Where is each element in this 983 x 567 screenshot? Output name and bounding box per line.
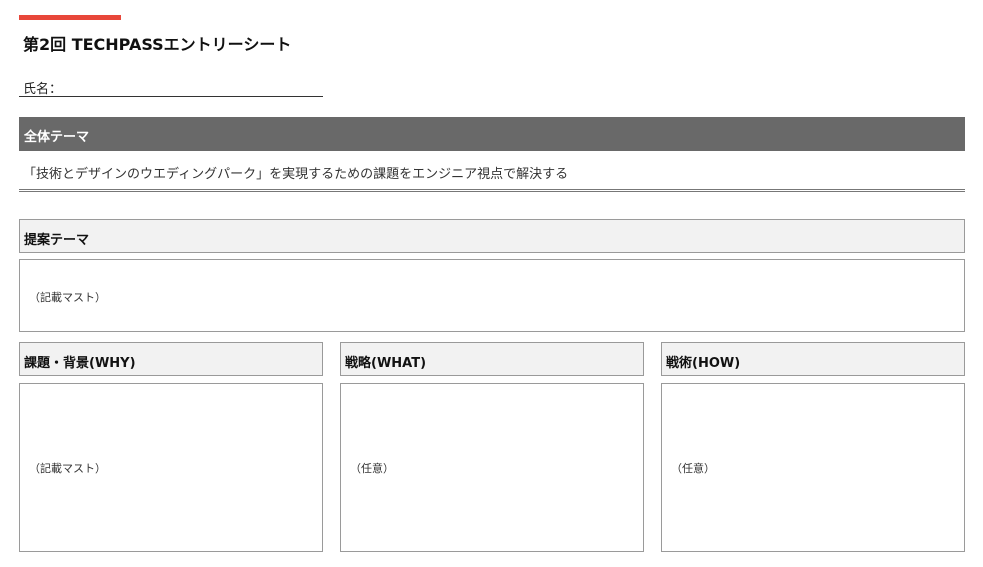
overall-theme-text: 「技術とデザインのウエディングパーク」を実現するための課題をエンジニア視点で解決…	[23, 167, 569, 182]
proposal-theme-header-label: 提案テーマ	[24, 233, 90, 248]
overall-theme-header: 全体テーマ	[19, 117, 965, 151]
overall-theme-content: 「技術とデザインのウエディングパーク」を実現するための課題をエンジニア視点で解決…	[19, 151, 965, 192]
how-header: 戦術(HOW)	[661, 342, 965, 376]
how-hint: （任意）	[671, 462, 715, 475]
why-hint: （記載マスト）	[29, 462, 106, 475]
proposal-theme-hint: （記載マスト）	[29, 291, 106, 304]
why-header: 課題・背景(WHY)	[19, 342, 323, 376]
page-title: 第2回 TECHPASSエントリーシート	[23, 35, 292, 54]
accent-bar	[19, 15, 121, 20]
proposal-theme-input[interactable]: （記載マスト）	[19, 259, 965, 332]
why-input[interactable]: （記載マスト）	[19, 383, 323, 552]
how-input[interactable]: （任意）	[661, 383, 965, 552]
name-field[interactable]: 氏名：	[19, 77, 323, 97]
why-header-label: 課題・背景(WHY)	[24, 356, 136, 371]
what-hint: （任意）	[350, 462, 394, 475]
name-label: 氏名：	[23, 82, 63, 97]
overall-theme-header-label: 全体テーマ	[24, 130, 90, 145]
what-header: 戦略(WHAT)	[340, 342, 644, 376]
proposal-theme-header: 提案テーマ	[19, 219, 965, 253]
how-header-label: 戦術(HOW)	[666, 356, 741, 371]
what-input[interactable]: （任意）	[340, 383, 644, 552]
what-header-label: 戦略(WHAT)	[345, 356, 427, 371]
